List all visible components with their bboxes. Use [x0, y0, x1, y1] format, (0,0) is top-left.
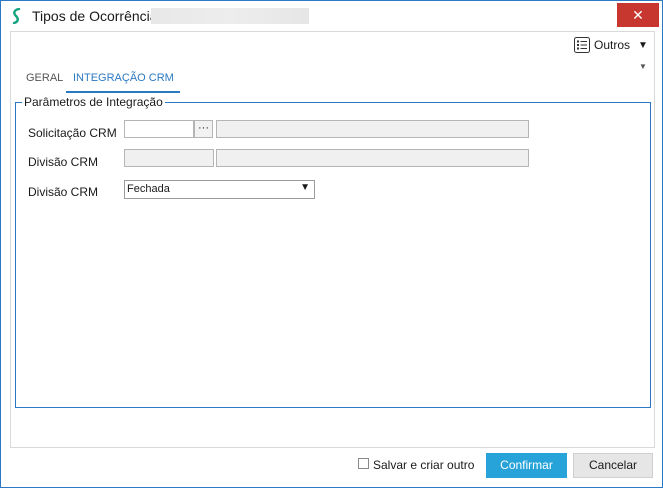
tab-geral[interactable]: GERAL — [26, 72, 63, 84]
dialog-window: Tipos de Ocorrência ✕ Outros ▼ ▼ GERAL I… — [0, 0, 663, 488]
list-icon — [574, 37, 590, 53]
close-icon: ✕ — [632, 7, 644, 23]
save-and-new-checkbox[interactable] — [358, 458, 369, 469]
solicitacao-crm-code-input[interactable] — [124, 120, 194, 138]
divisao-crm-status-select[interactable]: Fechada ▼ — [124, 180, 315, 199]
dropdown-arrow-icon: ▼ — [300, 182, 310, 193]
cancel-button[interactable]: Cancelar — [573, 453, 653, 478]
tab-integracao-crm[interactable]: INTEGRAÇÃO CRM — [73, 72, 174, 84]
save-and-new-label: Salvar e criar outro — [373, 458, 475, 472]
outros-menu-button[interactable]: Outros ▼ — [574, 36, 648, 54]
integration-params-group — [15, 102, 651, 408]
outros-label: Outros — [594, 38, 631, 52]
divisao-crm-code-field — [124, 149, 214, 167]
solicitacao-crm-label: Solicitação CRM — [28, 126, 117, 140]
group-legend: Parâmetros de Integração — [22, 95, 165, 109]
window-title: Tipos de Ocorrência — [32, 8, 158, 24]
divisao-crm-status-label: Divisão CRM — [28, 185, 99, 199]
close-button[interactable]: ✕ — [617, 3, 659, 27]
title-bar: Tipos de Ocorrência ✕ — [1, 1, 662, 31]
confirm-button[interactable]: Confirmar — [486, 453, 567, 478]
divisao-crm-label: Divisão CRM — [28, 155, 99, 169]
content-panel: Outros ▼ ▼ GERAL INTEGRAÇÃO CRM Parâmetr… — [10, 31, 655, 448]
chevron-down-icon: ▼ — [638, 39, 648, 51]
title-redacted-area — [151, 8, 309, 24]
select-value: Fechada — [127, 183, 170, 195]
collapse-arrow-icon[interactable]: ▼ — [639, 62, 647, 71]
active-tab-indicator — [66, 91, 180, 93]
solicitacao-crm-lookup-button[interactable]: ··· — [194, 120, 213, 138]
divisao-crm-description-field — [216, 149, 529, 167]
app-logo-icon — [10, 7, 24, 25]
solicitacao-crm-description-field — [216, 120, 529, 138]
